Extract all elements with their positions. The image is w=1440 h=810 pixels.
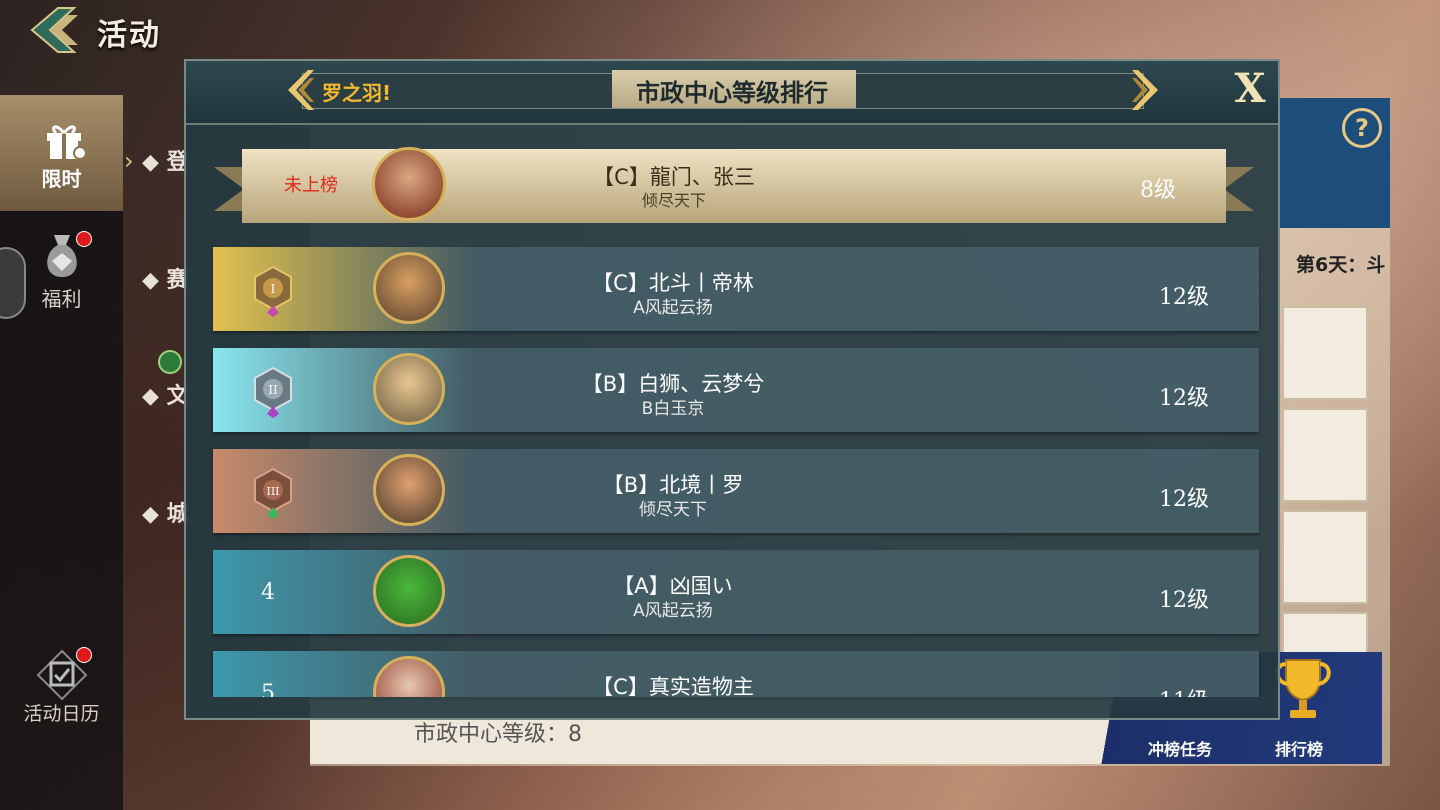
bg-list-item: ◆ 赛 [142,268,189,293]
self-ranking-row[interactable]: 未上榜 【C】龍门、张三 倾尽天下 8级 [214,145,1254,233]
player-row-level: 12级 [1159,386,1209,411]
reward-card [1282,510,1368,604]
sidebar-item-calendar[interactable]: 活动日历 [0,635,123,751]
top-bar: 活动 [0,0,300,60]
bg-list-item: ◆ 文 [142,384,189,409]
sidebar: 限时 › 福利 活动日历 [0,95,134,810]
ranking-row[interactable]: III 【B】北境丨罗 倾尽天下 12级 [213,449,1259,533]
player-row-level: 12级 [1159,487,1209,512]
ranking-row[interactable]: I 【C】北斗丨帝林 A风起云扬 12级 [213,247,1259,331]
chevron-right-icon: › [124,147,134,175]
page-title: 活动 [97,18,161,53]
ranking-row[interactable]: II 【B】白狮、云梦兮 B白玉京 12级 [213,348,1259,432]
bg-list-item: ◆ 登 [142,150,189,175]
modal-header: 罗之羽! 市政中心等级排行 X [186,61,1278,125]
self-alliance: 倾尽天下 [641,191,706,210]
help-button[interactable]: ? [1342,108,1382,148]
player-row-alliance: 倾尽天下 [639,500,707,520]
sidebar-item-label: 限时 [41,167,82,191]
reward-card [1282,612,1368,656]
gift-icon [47,125,87,160]
close-button[interactable]: X [1228,67,1272,111]
player-row-name: 【C】真实造物主 [592,675,754,697]
sidebar-item-limited[interactable]: 限时 › [0,95,134,211]
notification-dot [76,647,92,663]
reward-card [1282,408,1368,502]
modal-title: 市政中心等级排行 [636,79,828,107]
self-level: 8级 [1140,178,1176,203]
day-label: 第6天：斗 [1296,254,1386,276]
player-row-alliance: B白玉京 [641,399,705,419]
ranking-row[interactable]: 5 【C】真实造物主 11级 [213,651,1259,697]
player-row-level: 12级 [1159,285,1209,310]
clock-icon [158,350,182,374]
player-row-level: 11级 [1159,683,1209,697]
player-row-level: 12级 [1159,588,1209,613]
city-center-level: 市政中心等级：8 [414,722,582,747]
notification-dot [76,231,92,247]
bg-list-item: ◆ 城 [142,502,189,527]
player-row-alliance: A风起云扬 [633,601,713,621]
sidebar-item-label: 活动日历 [23,703,100,725]
back-arrow-icon[interactable] [28,6,82,54]
ranking-row[interactable]: 4 【A】凶国い A风起云扬 12级 [213,550,1259,634]
tab-ranking-task[interactable]: 冲榜任务 [1148,736,1212,760]
tab-ranking[interactable]: 排行榜 [1275,736,1323,760]
sidebar-toggle-button[interactable] [0,247,26,319]
reward-card [1282,306,1368,400]
player-row-alliance: A风起云扬 [633,298,713,318]
